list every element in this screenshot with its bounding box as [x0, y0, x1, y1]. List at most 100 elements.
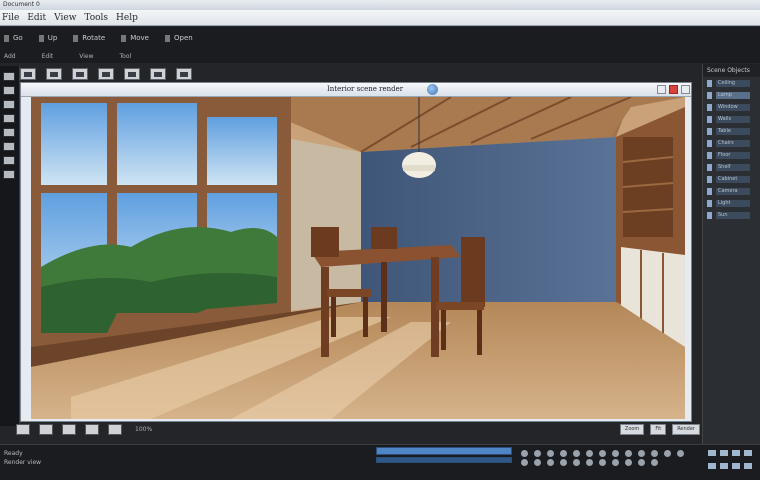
mini-icon[interactable]: [720, 463, 728, 469]
scene-item-label: Ceiling: [716, 79, 750, 87]
keyframe-icon[interactable]: [599, 459, 606, 466]
render-icon[interactable]: [150, 68, 166, 80]
layers-icon[interactable]: [62, 423, 76, 435]
scene-item[interactable]: Shelf: [703, 161, 760, 173]
keyframe-icon[interactable]: [586, 450, 593, 457]
menu-file[interactable]: File: [2, 13, 19, 23]
keyframe-icon[interactable]: [534, 459, 541, 466]
mini-icon[interactable]: [732, 463, 740, 469]
keyframe-icon[interactable]: [612, 450, 619, 457]
scene-item[interactable]: Camera: [703, 185, 760, 197]
keyframe-icon[interactable]: [547, 459, 554, 466]
menu-tools[interactable]: Tools: [84, 13, 108, 23]
scene-item[interactable]: Lamp: [703, 89, 760, 101]
keyframe-icon[interactable]: [625, 459, 632, 466]
mini-icon[interactable]: [744, 450, 752, 456]
light-tool-icon[interactable]: [3, 142, 15, 151]
scene-item[interactable]: Walls: [703, 113, 760, 125]
keyframe-icon[interactable]: [560, 459, 567, 466]
keyframe-icon[interactable]: [612, 459, 619, 466]
keyframe-icon[interactable]: [651, 450, 658, 457]
keyframe-icon[interactable]: [638, 450, 645, 457]
mini-icon[interactable]: [744, 463, 752, 469]
menu-bar: File Edit View Tools Help: [0, 10, 760, 26]
keyframe-icon[interactable]: [573, 450, 580, 457]
fit-button[interactable]: Fit: [650, 423, 667, 435]
move-tool-icon[interactable]: [3, 86, 15, 95]
prev-icon[interactable]: [16, 423, 30, 435]
toolbar2-tool[interactable]: Tool: [120, 53, 132, 60]
object-icon: [707, 79, 712, 87]
toolbar-open-button[interactable]: Open: [165, 34, 193, 42]
keyframe-icon[interactable]: [560, 450, 567, 457]
rotate-tool-icon[interactable]: [3, 100, 15, 109]
scale-tool-icon[interactable]: [3, 114, 15, 123]
undo-icon[interactable]: [98, 68, 114, 80]
zoom-button[interactable]: Zoom: [619, 423, 645, 435]
minimize-icon[interactable]: [657, 85, 666, 94]
menu-view[interactable]: View: [54, 13, 76, 23]
keyframe-icon[interactable]: [521, 450, 528, 457]
toolbar-move-button[interactable]: Move: [121, 34, 149, 42]
toolbar2-view[interactable]: View: [79, 53, 93, 60]
camera-tool-icon[interactable]: [3, 128, 15, 137]
new-icon[interactable]: [20, 68, 36, 80]
redo-icon[interactable]: [124, 68, 140, 80]
tool-palette: [0, 66, 20, 426]
timeline-track[interactable]: [376, 457, 512, 463]
select-tool-icon[interactable]: [3, 72, 15, 81]
keyframe-icon[interactable]: [586, 459, 593, 466]
keyframe-icon[interactable]: [534, 450, 541, 457]
scene-item[interactable]: Table: [703, 125, 760, 137]
render-canvas[interactable]: [31, 97, 685, 419]
maximize-icon[interactable]: [681, 85, 690, 94]
object-icon: [707, 199, 712, 207]
keyframe-icon[interactable]: [547, 450, 554, 457]
zoom-tool-icon[interactable]: [3, 170, 15, 179]
close-icon[interactable]: [669, 85, 678, 94]
keyframe-strip: [518, 449, 698, 467]
settings-icon[interactable]: [176, 68, 192, 80]
keyframe-icon[interactable]: [664, 450, 671, 457]
mini-icon[interactable]: [732, 450, 740, 456]
timeline-bar[interactable]: [376, 447, 512, 455]
keyframe-icon[interactable]: [521, 459, 528, 466]
toolbar2-add[interactable]: Add: [4, 53, 16, 60]
keyframe-icon[interactable]: [677, 450, 684, 457]
keyframe-icon[interactable]: [625, 450, 632, 457]
toolbar-go-button[interactable]: Go: [4, 34, 23, 42]
keyframe-icon[interactable]: [651, 459, 658, 466]
grid-icon[interactable]: [85, 423, 99, 435]
scene-item[interactable]: Window: [703, 101, 760, 113]
mode-text: Render view: [4, 459, 42, 466]
menu-help[interactable]: Help: [116, 13, 138, 23]
next-icon[interactable]: [39, 423, 53, 435]
render-button[interactable]: Render: [672, 423, 700, 435]
mini-icon[interactable]: [708, 463, 716, 469]
menu-edit[interactable]: Edit: [27, 13, 46, 23]
scene-item[interactable]: Sun: [703, 209, 760, 221]
scene-item-label: Lamp: [716, 91, 750, 99]
snap-icon[interactable]: [108, 423, 122, 435]
open-file-icon[interactable]: [46, 68, 62, 80]
document-window: Interior scene render: [20, 82, 692, 422]
keyframe-icon[interactable]: [599, 450, 606, 457]
save-icon[interactable]: [72, 68, 88, 80]
paint-tool-icon[interactable]: [3, 156, 15, 165]
object-icon: [707, 211, 712, 219]
status-text: Ready: [4, 450, 23, 457]
mini-icon[interactable]: [708, 450, 716, 456]
scene-item[interactable]: Ceiling: [703, 77, 760, 89]
scene-item[interactable]: Floor: [703, 149, 760, 161]
keyframe-icon[interactable]: [573, 459, 580, 466]
scene-item[interactable]: Chairs: [703, 137, 760, 149]
scene-item[interactable]: Light: [703, 197, 760, 209]
scene-item[interactable]: Cabinet: [703, 173, 760, 185]
toolbar-rotate-label: Rotate: [82, 34, 106, 42]
keyframe-icon[interactable]: [638, 459, 645, 466]
toolbar-up-button[interactable]: Up: [38, 34, 57, 42]
toolbar2-edit[interactable]: Edit: [42, 53, 54, 60]
mini-icon[interactable]: [720, 450, 728, 456]
toolbar-rotate-button[interactable]: Rotate: [73, 34, 105, 42]
rotate-icon: [73, 34, 79, 42]
